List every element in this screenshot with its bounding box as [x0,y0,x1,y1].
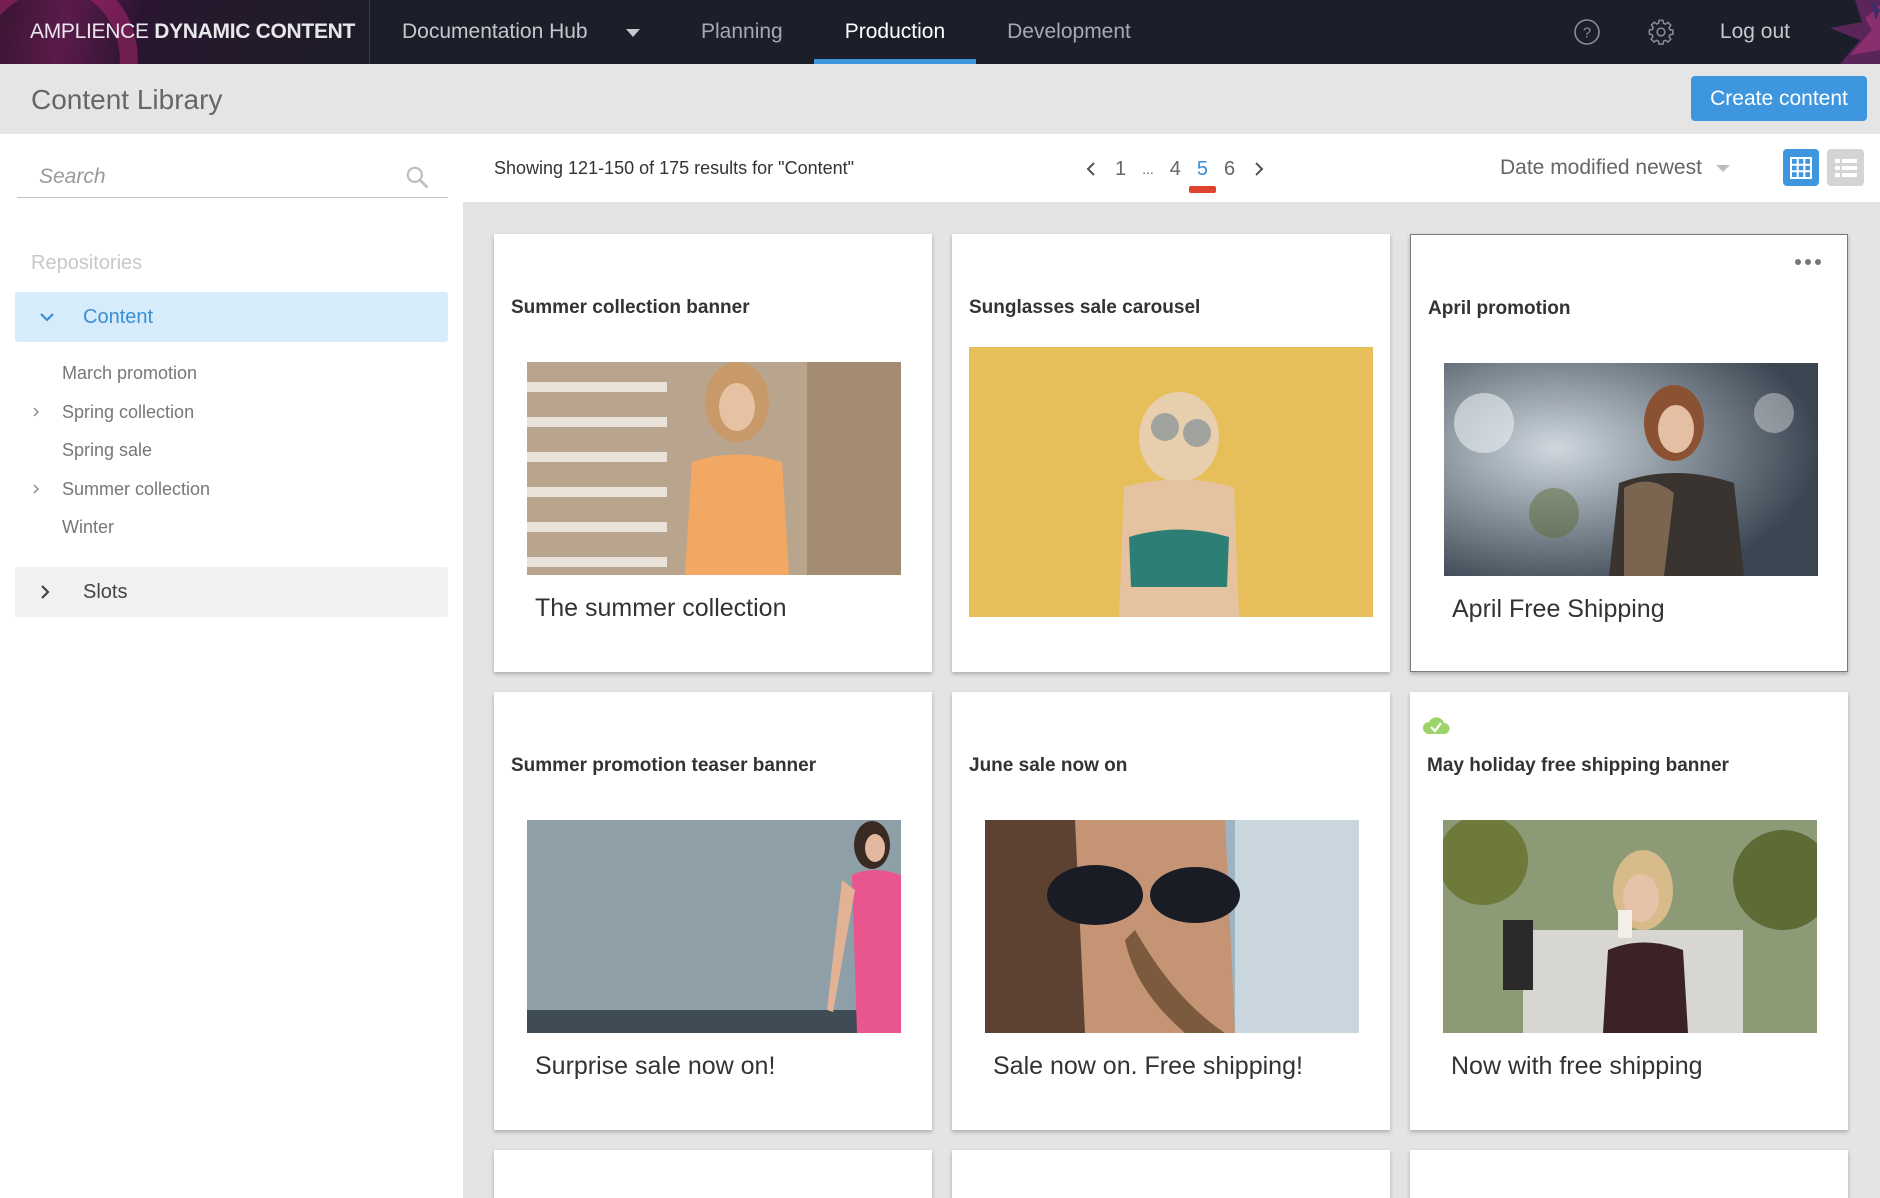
card-image [969,347,1373,617]
card-image [985,820,1359,1033]
folder-label: Spring sale [62,439,153,460]
decorative-star-icon [1830,0,1880,64]
folder-item[interactable]: Spring sale [31,435,152,465]
page-5-current[interactable]: 5 [1188,158,1217,193]
folder-item[interactable]: March promotion [31,358,197,388]
content-card-selected[interactable]: April promotion April Free Shipping [1410,234,1848,672]
brand-name: AMPLIENCE DYNAMIC CONTENT [30,20,356,43]
grid-view-button[interactable] [1783,149,1819,186]
repository-label: Content [83,305,154,328]
chevron-down-icon[interactable] [39,311,63,323]
page-ellipsis: ... [1142,161,1154,177]
content-card[interactable]: May holiday free shipping banner Now wit… [1410,692,1848,1130]
next-page-button[interactable] [1243,160,1275,178]
create-content-button[interactable]: Create content [1691,76,1867,121]
page-title: Content Library [31,84,223,115]
search-field [17,158,448,198]
chevron-right-icon [1255,162,1264,176]
repositories-heading: Repositories [31,252,143,274]
logout-link[interactable]: Log out [1720,20,1790,44]
folder-label: Winter [62,516,115,537]
chevron-right-icon[interactable] [39,584,63,600]
card-title: Sunglasses sale carousel [969,297,1201,318]
list-icon [1834,158,1857,177]
content-card[interactable]: Summer collection banner The summer coll… [494,234,932,672]
folder-item[interactable]: Spring collection [31,397,194,427]
tab-planning[interactable]: Planning [670,0,814,64]
card-image [527,362,901,575]
folder-item[interactable]: Winter [31,512,114,542]
more-options-icon[interactable] [1795,259,1821,265]
content-card[interactable] [952,1150,1390,1198]
settings-button[interactable] [1646,17,1676,47]
card-title: May holiday free shipping banner [1427,755,1729,776]
card-caption: April Free Shipping [1452,595,1665,623]
chevron-down-icon [626,29,640,37]
hub-selector[interactable]: Documentation Hub [370,0,670,64]
search-input[interactable] [17,158,397,196]
chevron-down-icon [1715,164,1730,172]
folder-label: Summer collection [62,478,211,499]
content-card[interactable]: Sunglasses sale carousel [952,234,1390,672]
results-summary: Showing 121-150 of 175 results for "Cont… [494,158,854,178]
page-6[interactable]: 6 [1216,158,1243,181]
tab-production[interactable]: Production [813,0,977,64]
content-card[interactable]: June sale now on Sale now on. Free shipp… [952,692,1390,1130]
published-cloud-icon [1423,717,1450,734]
results-toolbar: Showing 121-150 of 175 results for "Cont… [463,134,1880,202]
nav-tabs: Planning Production Development [670,0,1162,64]
repository-slots[interactable]: Slots [15,567,448,617]
pagination: 1 ... 4 5 6 [1075,154,1275,193]
card-caption: Now with free shipping [1451,1052,1703,1080]
card-title: Summer collection banner [511,297,750,318]
page-4[interactable]: 4 [1162,158,1189,181]
help-button[interactable]: ? [1572,17,1602,47]
card-image [1443,820,1817,1033]
help-circle-icon: ? [1574,19,1600,45]
folder-label: Spring collection [62,401,195,422]
gear-icon [1648,19,1674,45]
card-title: Summer promotion teaser banner [511,755,817,776]
list-view-button[interactable] [1827,149,1864,186]
card-title: April promotion [1428,298,1571,319]
content-area: Showing 121-150 of 175 results for "Cont… [463,134,1880,1198]
hub-name: Documentation Hub [402,20,588,43]
sort-label: Date modified newest [1500,156,1702,179]
card-image [1444,363,1818,576]
repository-content[interactable]: Content [15,292,448,342]
folder-item[interactable]: Summer collection [31,474,210,504]
card-title: June sale now on [969,755,1128,776]
content-card[interactable] [494,1150,932,1198]
tab-development[interactable]: Development [976,0,1162,64]
card-caption: Sale now on. Free shipping! [993,1052,1303,1080]
page-header: Content Library Create content [0,64,1880,134]
card-caption: Surprise sale now on! [535,1052,776,1080]
card-caption: The summer collection [535,594,787,622]
chevron-right-icon[interactable] [31,406,62,418]
page-1[interactable]: 1 [1107,158,1134,181]
chevron-right-icon[interactable] [31,483,62,495]
top-nav-bar: AMPLIENCE DYNAMIC CONTENT Documentation … [0,0,1880,64]
grid-icon [1790,156,1812,179]
sidebar: Repositories Content March promotion Spr… [0,134,463,1198]
brand-logo[interactable]: AMPLIENCE DYNAMIC CONTENT [0,0,370,64]
sort-dropdown[interactable]: Date modified newest [1500,156,1730,180]
content-card[interactable] [1410,1150,1848,1198]
content-card[interactable]: Summer promotion teaser banner Surprise … [494,692,932,1130]
card-image [527,820,901,1033]
svg-text:?: ? [1583,25,1591,42]
chevron-left-icon [1086,162,1095,176]
previous-page-button[interactable] [1075,160,1107,178]
repository-label: Slots [83,580,128,603]
folder-label: March promotion [62,362,198,383]
search-icon[interactable] [404,164,430,190]
